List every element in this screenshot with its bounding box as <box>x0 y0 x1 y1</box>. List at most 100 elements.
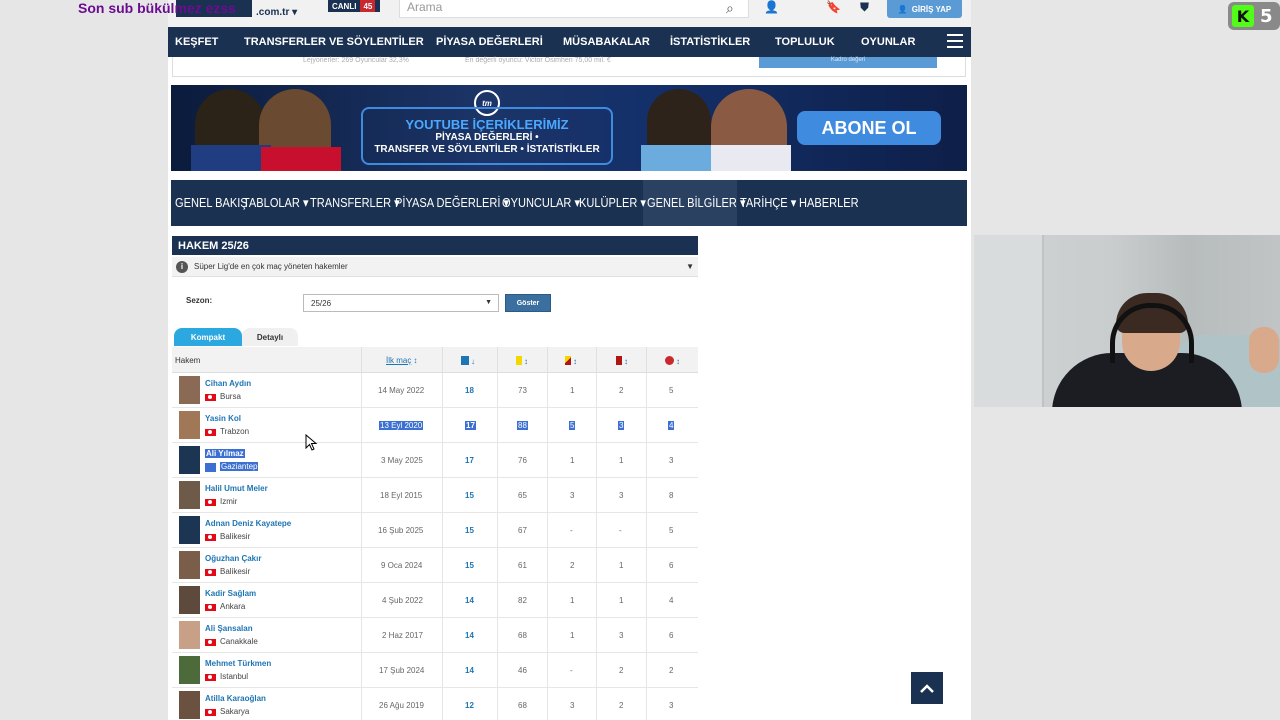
second-yellow-count: - <box>570 526 573 535</box>
referee-name-link[interactable]: Mehmet Türkmen <box>205 659 271 668</box>
show-button[interactable]: Göster <box>505 294 551 312</box>
yellow-count: 73 <box>518 386 527 395</box>
matches-icon <box>461 356 469 365</box>
competition-navigation: GENEL BAKIŞ TABLOLAR ▾ TRANSFERLER ▾ PİY… <box>171 180 967 226</box>
matches-count[interactable]: 12 <box>465 701 474 710</box>
info-row[interactable]: i Süper Lig'de en çok maç yöneten hakeml… <box>172 257 698 277</box>
referee-avatar <box>179 376 200 404</box>
header-second-yellow[interactable]: ↕ <box>565 356 577 366</box>
matches-count[interactable]: 18 <box>465 386 474 395</box>
matches-count[interactable]: 15 <box>465 526 474 535</box>
tab-detailed[interactable]: Detaylı <box>242 328 298 346</box>
referee-city: Canakkale <box>220 637 258 646</box>
referee-name-link[interactable]: Halil Umut Meler <box>205 484 268 493</box>
nav-market-values[interactable]: PİYASA DEĞERLERİ <box>436 36 543 48</box>
referee-name-link[interactable]: Atilla Karaoğlan <box>205 694 266 703</box>
referee-city: Balikesir <box>220 532 251 541</box>
yellow-count: 61 <box>518 561 527 570</box>
matches-count[interactable]: 17 <box>465 456 474 465</box>
live-button[interactable]: CANLI 45 <box>328 0 380 12</box>
kick-logo-icon: K <box>1232 5 1254 27</box>
penalty-count: 6 <box>669 561 674 570</box>
nav-statistics[interactable]: İSTATİSTİKLER <box>670 36 750 48</box>
nav-matches[interactable]: MÜSABAKALAR <box>563 36 650 48</box>
referee-name-link[interactable]: Adnan Deniz Kayatepe <box>205 519 291 528</box>
referee-avatar <box>179 481 200 509</box>
table-row: Halil Umut Meler Izmir 18 Eyl 2015 15 65… <box>172 478 698 513</box>
second-yellow-count: 5 <box>569 421 576 430</box>
subnav-transfers[interactable]: TRANSFERLER ▾ <box>310 195 400 211</box>
matches-count[interactable]: 15 <box>465 561 474 570</box>
referee-name-link[interactable]: Yasin Kol <box>205 414 241 423</box>
table-row: Yasin Kol Trabzon 13 Eyl 2020 17 88 5 3 … <box>172 408 698 443</box>
header-penalties[interactable]: ↕ <box>665 356 680 366</box>
search-input[interactable]: Arama <box>399 0 749 18</box>
matches-count[interactable]: 14 <box>465 631 474 640</box>
mouse-cursor-icon <box>305 433 318 451</box>
table-row: Oğuzhan Çakır Balikesir 9 Oca 2024 15 61… <box>172 548 698 583</box>
header-matches[interactable]: ↓ <box>461 356 475 366</box>
second-yellow-count: 3 <box>570 491 575 500</box>
referee-name-link[interactable]: Cihan Aydın <box>205 379 251 388</box>
referee-avatar <box>179 586 200 614</box>
header-first-match[interactable]: İlk maç ↕ <box>386 356 417 365</box>
subnav-general-info[interactable]: GENEL BİLGİLER ▾ <box>647 195 745 211</box>
table-row: Mehmet Türkmen Istanbul 17 Şub 2024 14 4… <box>172 653 698 688</box>
subnav-tables[interactable]: TABLOLAR ▾ <box>243 195 309 211</box>
referee-avatar <box>179 656 200 684</box>
nav-community[interactable]: TOPLULUK <box>775 36 835 48</box>
banner-line-2: TRANSFER VE SÖYLENTİLER • İSTATİSTİKLER <box>374 144 600 155</box>
subnav-market-values[interactable]: PİYASA DEĞERLERİ ▾ <box>395 195 509 211</box>
nav-transfers[interactable]: TRANSFERLER VE SÖYLENTİLER <box>244 36 424 48</box>
search-icon[interactable]: ⌕ <box>726 0 734 17</box>
penalty-count: 2 <box>669 666 674 675</box>
turkey-flag-icon <box>205 604 216 611</box>
youtube-content-box: YOUTUBE İÇERİKLERİMİZ PİYASA DEĞERLERİ •… <box>361 107 613 165</box>
penalty-count: 3 <box>669 456 674 465</box>
subnav-players[interactable]: OYUNCULAR ▾ <box>502 195 580 211</box>
youtube-banner[interactable]: tm YOUTUBE İÇERİKLERİMİZ PİYASA DEĞERLER… <box>171 85 967 171</box>
turkey-flag-icon <box>205 429 216 436</box>
scroll-to-top-button[interactable] <box>911 672 943 704</box>
stream-overlay-title: Son sub bükülmez ezss <box>78 0 236 16</box>
referee-avatar <box>179 691 200 719</box>
referee-name-link[interactable]: Kadir Sağlam <box>205 589 256 598</box>
shield-icon[interactable]: ⛊ <box>860 0 869 15</box>
referee-name-link[interactable]: Ali Yılmaz <box>205 449 245 458</box>
banner-line-1: PİYASA DEĞERLERİ • <box>435 132 539 143</box>
header-red-cards[interactable]: ↕ <box>616 356 628 366</box>
nav-games[interactable]: OYUNLAR <box>861 36 915 48</box>
subnav-clubs[interactable]: KULÜPLER ▾ <box>579 195 646 211</box>
header-yellow-cards[interactable]: ↕ <box>516 356 528 366</box>
second-yellow-count: 1 <box>570 631 575 640</box>
nav-kesfet[interactable]: KEŞFET <box>175 36 218 48</box>
matches-count[interactable]: 17 <box>465 421 476 430</box>
matches-count[interactable]: 14 <box>465 666 474 675</box>
subnav-overview[interactable]: GENEL BAKIŞ <box>175 195 248 210</box>
caret-down-icon[interactable]: ▼ <box>686 262 694 271</box>
second-yellow-count: 1 <box>570 596 575 605</box>
squad-value-button[interactable]: Kadro değeri <box>759 57 937 68</box>
referee-name-link[interactable]: Ali Şansalan <box>205 624 253 633</box>
bookmark-icon[interactable]: 🔖 <box>826 0 841 14</box>
red-count: 2 <box>619 386 624 395</box>
turkey-flag-icon <box>205 709 216 716</box>
domain-selector[interactable]: .com.tr ▾ <box>256 7 297 18</box>
subscribe-button[interactable]: ABONE OL <box>797 111 941 145</box>
referee-name-link[interactable]: Oğuzhan Çakır <box>205 554 261 563</box>
yellow-count: 65 <box>518 491 527 500</box>
matches-count[interactable]: 14 <box>465 596 474 605</box>
matches-count[interactable]: 15 <box>465 491 474 500</box>
first-match-date: 18 Eyl 2015 <box>380 491 423 500</box>
turkey-flag-icon <box>205 394 216 401</box>
tab-compact[interactable]: Kompakt <box>174 328 242 346</box>
login-button[interactable]: 👤 GİRİŞ YAP <box>887 0 962 18</box>
kick-viewer-count: 5 <box>1260 5 1273 27</box>
subnav-history[interactable]: TARİHÇE ▾ <box>740 195 796 211</box>
menu-icon[interactable] <box>947 34 963 48</box>
webcam-background-shelf <box>974 235 1044 407</box>
user-search-icon[interactable]: 👤 <box>764 0 779 14</box>
panel-title: HAKEM 25/26 <box>172 236 698 255</box>
season-select[interactable]: 25/26 ▼ <box>303 294 499 312</box>
subnav-news[interactable]: HABERLER <box>799 195 859 210</box>
